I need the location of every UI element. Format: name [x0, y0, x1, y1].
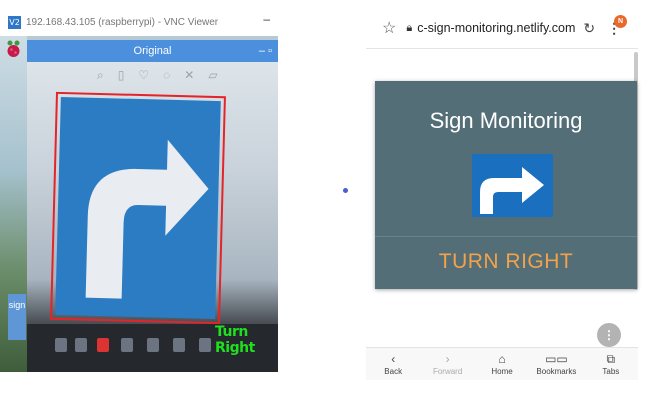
- detection-label: Turn Right: [215, 324, 255, 356]
- remote-desktop[interactable]: sign Original – ▫ ⌕ ▯ ♡ ◌ ✕ ▱ Turn Right: [0, 36, 278, 372]
- search-icon: ⌕: [97, 68, 104, 82]
- nav-label: Back: [384, 367, 403, 376]
- raspberry-pi-menu-icon[interactable]: [6, 40, 21, 58]
- vnc-logo-icon: V2: [8, 15, 21, 29]
- clipboard-icon: ▯: [117, 68, 125, 82]
- address-bar[interactable]: ☆ 🔒︎ c-sign-monitoring.netlify.com ↻ ⋮: [366, 10, 638, 46]
- nav-back[interactable]: ‹ Back: [366, 348, 420, 380]
- original-window-controls[interactable]: – ▫: [259, 40, 272, 62]
- chevron-right-icon: ›: [445, 352, 450, 366]
- heart-icon: ♡: [138, 68, 150, 82]
- nav-label: Bookmarks: [536, 367, 577, 376]
- address-bar-divider: [366, 48, 638, 49]
- tabs-icon: ⧉: [606, 352, 616, 366]
- taskbar-app-icon: [75, 338, 87, 352]
- url-text[interactable]: c-sign-monitoring.netlify.com: [417, 21, 575, 35]
- turn-right-sign-image: [472, 154, 553, 217]
- chevron-left-icon: ‹: [391, 352, 396, 366]
- floating-menu-button[interactable]: ⋮: [597, 323, 621, 347]
- taskbar-app-icon: [199, 338, 211, 352]
- original-window-title: Original: [133, 45, 172, 57]
- original-window: Original – ▫ ⌕ ▯ ♡ ◌ ✕ ▱ Turn Right: [27, 40, 278, 372]
- lock-icon: 🔒︎: [406, 21, 413, 34]
- turn-right-arrow-icon: [480, 167, 544, 214]
- browser-bottom-nav: ‹ Back › Forward ⌂ Home ▭▭ Bookmarks ⧉ T…: [366, 347, 638, 380]
- vnc-window-title: 192.168.43.105 (raspberrypi) - VNC Viewe…: [26, 16, 219, 28]
- pin-icon: ◌: [163, 68, 171, 82]
- nav-home[interactable]: ⌂ Home: [475, 348, 529, 380]
- nav-label: Forward: [432, 367, 463, 376]
- camera-background-icons: ⌕ ▯ ♡ ◌ ✕ ▱: [97, 68, 218, 83]
- detection-bounding-box: [50, 91, 226, 325]
- mobile-browser: ☆ 🔒︎ c-sign-monitoring.netlify.com ↻ ⋮ N…: [366, 0, 638, 380]
- nav-label: Tabs: [602, 367, 620, 376]
- card-divider: [375, 236, 637, 237]
- nav-label: Home: [491, 367, 513, 376]
- detected-sign-result: TURN RIGHT: [438, 250, 574, 273]
- taskbar-app-icon: [121, 338, 133, 352]
- taskbar-app-icon: [97, 338, 109, 352]
- vnc-titlebar: V2 192.168.43.105 (raspberrypi) - VNC Vi…: [0, 8, 278, 36]
- notification-badge: N: [614, 15, 627, 28]
- vnc-viewer-window: V2 192.168.43.105 (raspberrypi) - VNC Vi…: [0, 0, 278, 372]
- box-icon: ▱: [208, 68, 218, 82]
- original-titlebar: Original – ▫: [27, 40, 278, 62]
- nav-tabs[interactable]: ⧉ Tabs: [584, 348, 638, 380]
- taskbar-app-icon: [173, 338, 185, 352]
- taskbar-app-icon: [147, 338, 159, 352]
- close-icon: ✕: [184, 68, 195, 82]
- bookmark-star-icon[interactable]: ☆: [382, 18, 396, 38]
- nav-bookmarks[interactable]: ▭▭ Bookmarks: [529, 348, 583, 380]
- minimize-button[interactable]: –: [263, 12, 270, 26]
- side-window-label: sign: [8, 294, 26, 340]
- separator-dot: [343, 188, 348, 193]
- home-icon: ⌂: [498, 352, 506, 366]
- bookmarks-icon: ▭▭: [545, 352, 568, 366]
- reload-icon[interactable]: ↻: [583, 20, 595, 37]
- nav-forward[interactable]: › Forward: [420, 348, 474, 380]
- card-title: Sign Monitoring: [429, 108, 583, 133]
- taskbar-app-icon: [55, 338, 67, 352]
- sign-monitoring-card: Sign Monitoring TURN RIGHT: [375, 81, 637, 289]
